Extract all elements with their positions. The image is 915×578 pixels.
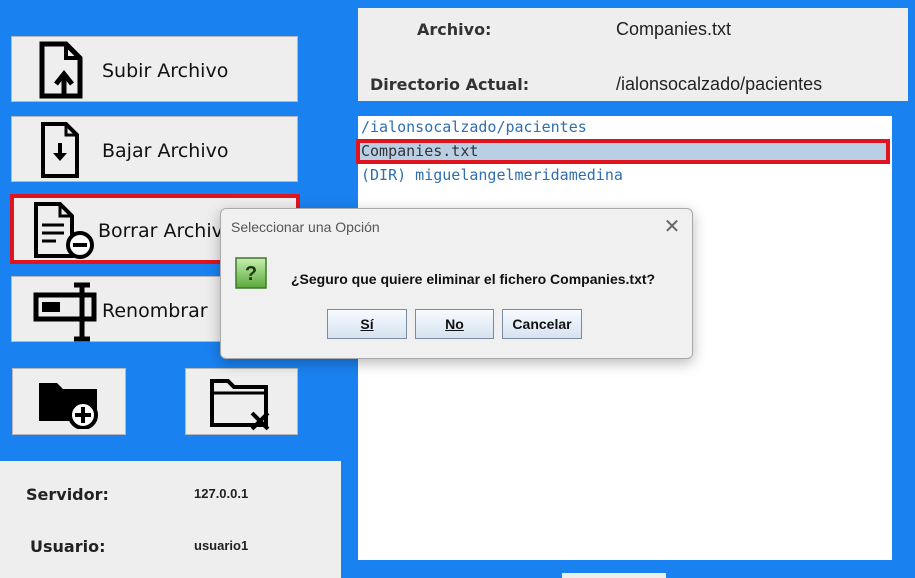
question-mark: ?: [245, 263, 257, 285]
server-label: Servidor:: [26, 485, 109, 504]
bottom-panel-edge: [562, 573, 666, 578]
new-folder-button[interactable]: [12, 368, 126, 435]
current-dir-label: Directorio Actual:: [370, 75, 530, 94]
file-info-header: Archivo: Companies.txt Directorio Actual…: [358, 8, 908, 101]
no-label: No: [445, 316, 464, 332]
question-icon: ?: [235, 257, 267, 289]
folder-plus-icon: [39, 383, 98, 429]
cancel-label: Cancelar: [512, 316, 572, 332]
server-value: 127.0.0.1: [194, 486, 249, 501]
confirm-delete-dialog: Seleccionar una Opción ✕ ? ¿Seguro que q…: [220, 208, 693, 359]
dialog-message: ¿Seguro que quiere eliminar el fichero C…: [291, 271, 656, 287]
upload-file-icon: [39, 41, 83, 99]
yes-label: Sí: [360, 316, 374, 332]
user-value: usuario1: [194, 538, 249, 553]
cancel-button[interactable]: Cancelar: [502, 309, 582, 339]
server-info-panel: Servidor: 127.0.0.1 Usuario: usuario1: [0, 461, 341, 578]
download-file-icon: [41, 122, 79, 178]
list-item-current-dir[interactable]: /ialonsocalzado/pacientes: [361, 118, 587, 136]
download-file-label: Bajar Archivo: [102, 140, 229, 162]
file-label: Archivo:: [417, 20, 492, 39]
list-item-subdirectory[interactable]: (DIR) miguelangelmeridamedina: [361, 166, 623, 184]
close-icon[interactable]: ✕: [661, 215, 683, 237]
yes-button[interactable]: Sí: [327, 309, 407, 339]
dialog-title: Seleccionar una Opción: [231, 219, 380, 235]
selected-item-highlight: [356, 139, 890, 164]
upload-file-label: Subir Archivo: [102, 60, 229, 82]
delete-folder-button[interactable]: [185, 368, 298, 435]
download-file-button[interactable]: Bajar Archivo: [11, 116, 298, 182]
no-button[interactable]: No: [415, 309, 494, 339]
delete-file-icon: [34, 202, 94, 259]
folder-x-icon: [210, 379, 270, 431]
rename-icon: [33, 282, 97, 342]
delete-file-label: Borrar Archivo: [98, 220, 235, 242]
user-label: Usuario:: [30, 537, 106, 556]
file-value: Companies.txt: [616, 19, 732, 39]
rename-label: Renombrar: [102, 300, 208, 322]
upload-file-button[interactable]: Subir Archivo: [11, 36, 298, 102]
current-dir-value: /ialonsocalzado/pacientes: [616, 74, 823, 94]
